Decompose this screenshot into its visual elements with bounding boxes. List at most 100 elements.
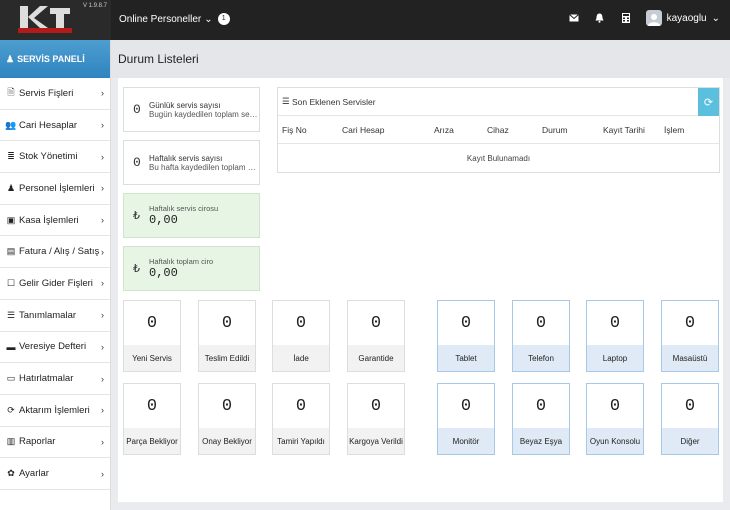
sidebar-item-5[interactable]: ▤ Fatura / Alış / Satış › xyxy=(0,236,110,269)
sidebar-item-label: Stok Yönetimi xyxy=(19,151,78,163)
money-icon: ▣ xyxy=(6,214,16,225)
username: kayaoglu xyxy=(666,12,707,24)
tile-count: 0 xyxy=(460,313,472,333)
tile-count: 0 xyxy=(146,396,158,416)
status-tile-1[interactable]: 0 Teslim Edildi xyxy=(198,300,256,372)
tile-label: Parça Bekliyor xyxy=(124,428,180,454)
daily-service-count-card: 0 Günlük servis sayısı Bugün kaydedilen … xyxy=(123,87,260,132)
chevron-right-icon: › xyxy=(101,468,104,479)
tile-count: 0 xyxy=(295,396,307,416)
main-content: Durum Listeleri 0 Günlük servis sayısı B… xyxy=(111,40,730,510)
sidebar-item-2[interactable]: ≣ Stok Yönetimi › xyxy=(0,141,110,174)
device-tile-2[interactable]: 0 Laptop xyxy=(586,300,644,372)
online-count-badge: 1 xyxy=(217,13,230,25)
sidebar-item-9[interactable]: ▭ Hatırlatmalar › xyxy=(0,363,110,395)
logo[interactable]: V 1.9.8.7 xyxy=(0,0,111,40)
sidebar-item-1[interactable]: 👥 Cari Hesaplar › xyxy=(0,110,110,142)
user-menu[interactable]: kayaoglu ⌄ xyxy=(645,10,720,26)
sidebar-item-label: Kasa İşlemleri xyxy=(19,214,79,226)
lira-icon: ₺ xyxy=(133,263,140,275)
bell-icon[interactable] xyxy=(594,12,606,24)
sidebar-item-3[interactable]: ♟ Personel İşlemleri › xyxy=(0,173,110,205)
sidebar-header: ♟ SERVİS PANELİ xyxy=(0,40,110,78)
tile-count: 0 xyxy=(370,396,382,416)
device-tile-0[interactable]: 0 Tablet xyxy=(437,300,495,372)
page-title: Durum Listeleri xyxy=(118,52,199,66)
column-header: Kayıt Tarihi xyxy=(603,124,645,135)
tile-label: İade xyxy=(273,345,329,371)
refresh-button[interactable]: ⟳ xyxy=(698,88,719,116)
stat-subtitle: Bugün kaydedilen toplam servis xyxy=(149,109,259,119)
device-tile-5[interactable]: 0 Beyaz Eşya xyxy=(512,383,570,455)
sidebar-item-label: Hatırlatmalar xyxy=(19,373,74,385)
chevron-right-icon: › xyxy=(101,120,104,131)
sidebar-item-4[interactable]: ▣ Kasa İşlemleri › xyxy=(0,205,110,237)
sidebar-item-6[interactable]: ☐ Gelir Gider Fişleri › xyxy=(0,268,110,300)
tile-count: 0 xyxy=(535,313,547,333)
device-tile-3[interactable]: 0 Masaüstü xyxy=(661,300,719,372)
app-version: V 1.9.8.7 xyxy=(82,3,107,9)
weekly-total-revenue-card: ₺ Haftalık toplam ciro 0,00 xyxy=(123,246,260,291)
sidebar-item-7[interactable]: ☰ Tanımlamalar › xyxy=(0,300,110,332)
chevron-right-icon: › xyxy=(101,341,104,352)
device-tile-6[interactable]: 0 Oyun Konsolu xyxy=(586,383,644,455)
tile-label: Diğer xyxy=(662,428,718,454)
envelope-icon[interactable] xyxy=(568,12,580,24)
chevron-down-icon: ⌄ xyxy=(711,12,720,24)
sidebar-item-11[interactable]: ▥ Raporlar › xyxy=(0,427,110,459)
tile-count: 0 xyxy=(221,313,233,333)
device-tile-1[interactable]: 0 Telefon xyxy=(512,300,570,372)
list-icon: ☰ xyxy=(282,96,292,106)
tile-count: 0 xyxy=(684,396,696,416)
sidebar-item-0[interactable]: 🗎 Servis Fişleri › xyxy=(0,78,110,110)
column-header: Arıza xyxy=(434,124,454,135)
tile-count: 0 xyxy=(609,313,621,333)
sidebar-item-label: Fatura / Alış / Satış xyxy=(19,246,100,258)
tile-label: Onay Bekliyor xyxy=(199,428,255,454)
sync-icon: ⟳ xyxy=(7,404,15,415)
status-tile-4[interactable]: 0 Parça Bekliyor xyxy=(123,383,181,455)
tile-count: 0 xyxy=(295,313,307,333)
sidebar-item-label: Ayarlar xyxy=(19,468,49,480)
status-tile-6[interactable]: 0 Tamiri Yapıldı xyxy=(272,383,330,455)
status-tile-3[interactable]: 0 Garantide xyxy=(347,300,405,372)
calendar-icon: ▭ xyxy=(6,373,16,384)
online-personnel-dropdown[interactable]: Online Personeller ⌄ 1 xyxy=(119,13,230,25)
chevron-right-icon: › xyxy=(101,246,104,257)
empty-state: Kayıt Bulunamadı xyxy=(466,153,531,163)
calculator-icon[interactable] xyxy=(620,12,632,24)
sidebar-item-label: Cari Hesaplar xyxy=(19,119,78,131)
sidebar-item-label: Gelir Gider Fişleri xyxy=(19,277,93,289)
status-tile-7[interactable]: 0 Kargoya Verildi xyxy=(347,383,405,455)
user-icon: ♟ xyxy=(6,182,16,193)
sidebar-item-label: Tanımlamalar xyxy=(19,309,77,321)
sidebar-item-8[interactable]: ▬ Veresiye Defteri › xyxy=(0,332,110,364)
sidebar-item-10[interactable]: ⟳ Aktarım İşlemleri › xyxy=(0,395,110,427)
logo-mark xyxy=(18,6,72,33)
recent-services-title: Son Eklenen Servisler xyxy=(291,96,376,107)
document-icon: 🗎 xyxy=(7,87,15,98)
lira-icon: ₺ xyxy=(133,210,140,222)
chevron-right-icon: › xyxy=(101,310,104,321)
recent-services-header: ☰ Son Eklenen Servisler xyxy=(278,88,719,116)
stat-value: 0 xyxy=(133,102,141,117)
tile-label: Telefon xyxy=(513,345,569,371)
file-icon: ☐ xyxy=(6,277,16,288)
stat-subtitle: Bu hafta kaydedilen toplam se... xyxy=(149,162,259,172)
stat-title: Haftalık servis cirosu xyxy=(149,204,219,213)
sidebar-item-12[interactable]: ✿ Ayarlar › xyxy=(0,458,110,490)
status-tile-0[interactable]: 0 Yeni Servis xyxy=(123,300,181,372)
gear-icon: ✿ xyxy=(7,468,15,479)
tile-count: 0 xyxy=(146,313,158,333)
tile-label: Laptop xyxy=(587,345,643,371)
status-tile-2[interactable]: 0 İade xyxy=(272,300,330,372)
chevron-right-icon: › xyxy=(101,215,104,226)
device-tile-4[interactable]: 0 Monitör xyxy=(437,383,495,455)
device-tile-7[interactable]: 0 Diğer xyxy=(661,383,719,455)
sidebar-item-label: Veresiye Defteri xyxy=(19,341,87,353)
status-tile-5[interactable]: 0 Onay Bekliyor xyxy=(198,383,256,455)
page-header: Durum Listeleri xyxy=(111,40,730,78)
weekly-service-count-card: 0 Haftalık servis sayısı Bu hafta kayded… xyxy=(123,140,260,185)
tile-count: 0 xyxy=(609,396,621,416)
tile-label: Garantide xyxy=(348,345,404,371)
